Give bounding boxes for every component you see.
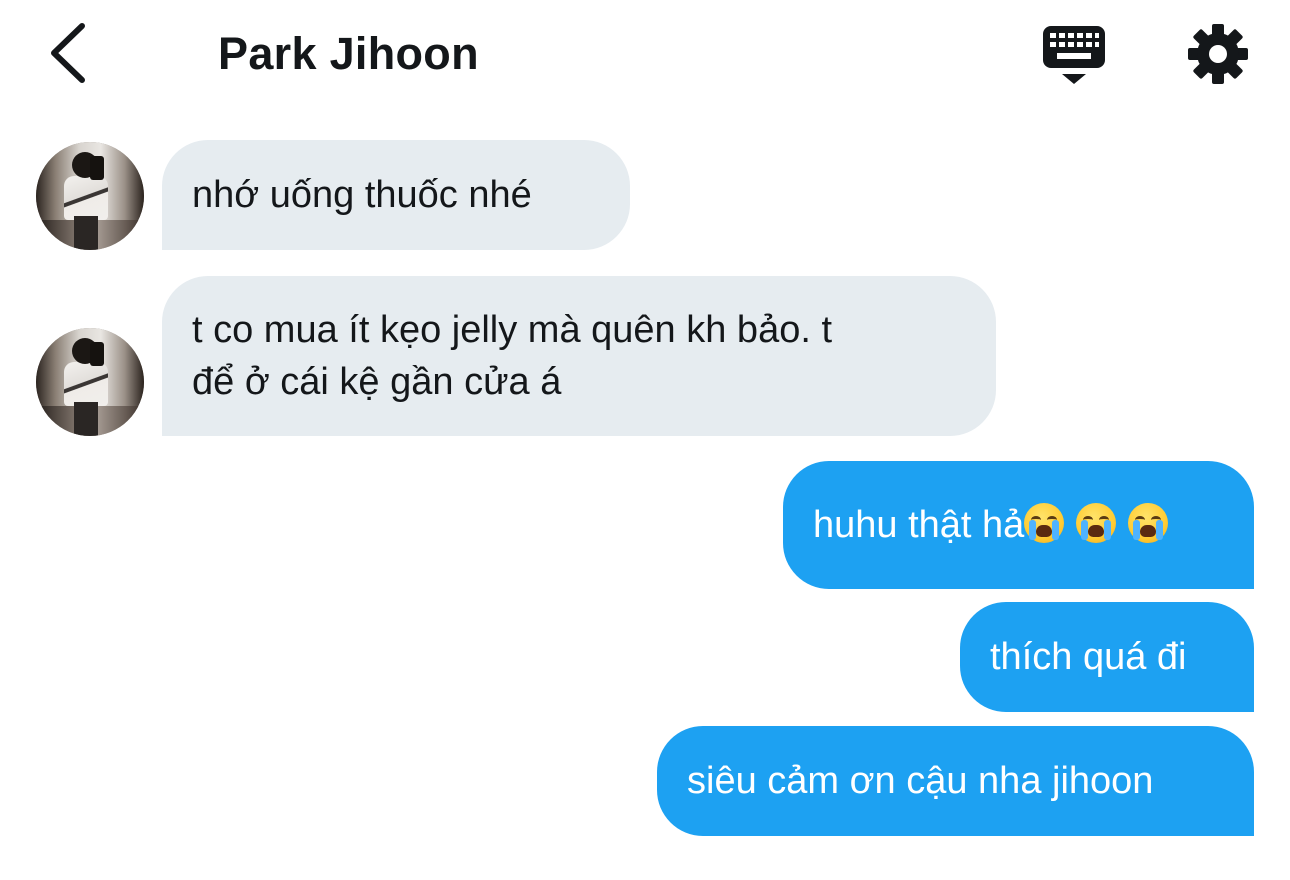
message-text: nhớ uống thuốc nhé xyxy=(192,174,532,216)
message-text: huhu thật hả xyxy=(813,504,1025,546)
loudly-crying-face-emoji xyxy=(1024,503,1065,543)
message-bubble-incoming[interactable]: t co mua ít kẹo jelly mà quên kh bảo. t … xyxy=(162,276,996,436)
message-text: siêu cảm ơn cậu nha jihoon xyxy=(687,760,1154,802)
message-text-line: t co mua ít kẹo jelly mà quên kh bảo. t xyxy=(192,309,833,351)
message-bubble-outgoing[interactable]: thích quá đi xyxy=(960,602,1254,712)
avatar-photo-figure xyxy=(64,176,108,220)
avatar-photo-legs xyxy=(74,402,98,436)
message-bubble-incoming[interactable]: nhớ uống thuốc nhé xyxy=(162,140,630,250)
message-text: thích quá đi xyxy=(990,636,1187,678)
chat-header: Park Jihoon xyxy=(0,0,1290,110)
loudly-crying-face-emoji xyxy=(1076,503,1117,543)
avatar-photo-phone xyxy=(90,342,104,366)
message-bubble-outgoing[interactable]: siêu cảm ơn cậu nha jihoon xyxy=(657,726,1254,836)
chevron-left-icon xyxy=(51,23,85,83)
message-bubble-outgoing[interactable]: huhu thật hả xyxy=(783,461,1254,589)
loudly-crying-face-emoji xyxy=(1128,503,1169,543)
gear-icon xyxy=(1188,24,1248,84)
avatar-photo-legs xyxy=(74,216,98,250)
sender-avatar[interactable] xyxy=(36,142,144,250)
settings-button[interactable] xyxy=(1186,22,1250,86)
back-button[interactable] xyxy=(42,20,98,86)
avatar-photo-figure xyxy=(64,362,108,406)
message-text-line: để ở cái kệ gần cửa á xyxy=(192,361,562,403)
keyboard-dismiss-button[interactable] xyxy=(1040,22,1108,88)
conversation-title: Park Jihoon xyxy=(218,28,479,79)
sender-avatar[interactable] xyxy=(36,328,144,436)
avatar-photo-phone xyxy=(90,156,104,180)
keyboard-dismiss-icon xyxy=(1043,26,1105,84)
